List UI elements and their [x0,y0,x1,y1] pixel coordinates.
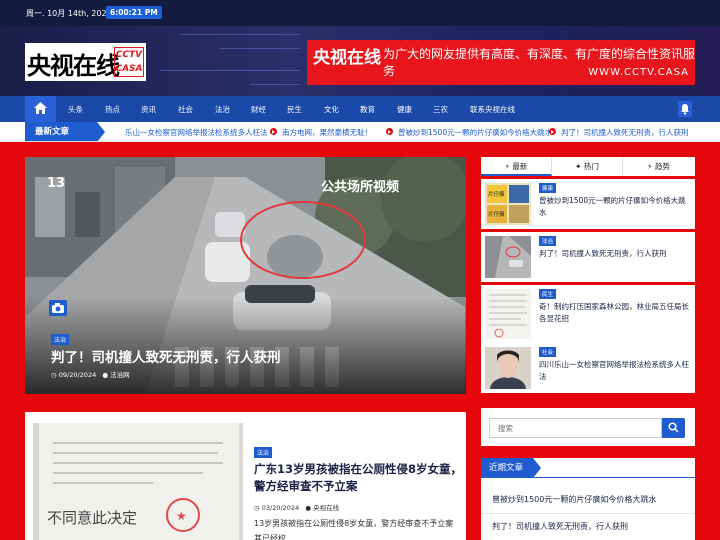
tab-latest[interactable]: ⚡ 最新 [481,157,552,176]
sidebar-post[interactable]: 片仔癀 片仔癀 健康 曾被炒到1500元一颗的片仔癀如今价格大跳水 [481,179,695,229]
post-excerpt: 13岁男孩被指在公厕性侵8岁女童，警方经审查不予立案其已经校… [254,519,454,540]
post-meta: ◷ 09/20/2024 ● 法治网 [51,369,130,379]
banner-brand: 央视在线 [313,48,381,68]
sidebar-post-title[interactable]: 判了！司机撞人致死无刑责，行人获刑 [539,248,691,260]
category-badge[interactable]: 社会 [539,347,557,357]
image-caption: 公共场所视频 [321,179,399,195]
home-icon [34,102,47,114]
post-author[interactable]: 央视在线 [313,504,339,512]
recent-post-link[interactable]: 判了！司机撞人致死无刑责，行人获刑 [492,521,628,532]
bolt-icon: ⚡ [647,162,653,171]
sidebar-post-thumbnail [485,236,531,278]
recent-posts-header: 近期文章 [481,458,695,478]
main-nav: 头条 热点 资讯 社会 法治 财经 民生 文化 教育 健康 三农 联系央视在线 [0,96,720,122]
svg-text:★: ★ [176,509,187,523]
nav-item-education[interactable]: 教育 [360,104,375,115]
nav-item-contact[interactable]: 联系央视在线 [470,104,515,115]
ticker-label: 最新文章 [25,122,105,141]
featured-post[interactable]: 公共场所视频 13 法治 判了！司机撞人致死无刑责，行人获刑 ◷ 09/20/2… [25,157,466,394]
play-icon [270,128,277,135]
post-card: 不同意此决定 ★ 法治 广东13岁男孩被指在公厕性侵8岁女童，警方经审查不予立案… [25,412,466,540]
site-logo[interactable]: 央视在线 CCTV CASA [25,43,146,81]
breaking-news-ticker: 最新文章 乐山一女检察官网络举报法检系统多人枉法 南方电网，果然豪横无耻！ 曾被… [0,122,720,142]
nav-item-finance[interactable]: 财经 [251,104,266,115]
post-author[interactable]: 法治网 [110,371,130,379]
tab-popular[interactable]: ✦ 热门 [552,157,623,176]
nav-item-news[interactable]: 资讯 [141,104,156,115]
current-date: 周一. 10月 14th, 2024 [26,9,112,18]
clock-icon: ◷ [51,371,57,379]
camera-icon [49,300,67,316]
sidebar-post[interactable]: 民生 奇！制约打压国家森林公园，林业局五任局长各显花招 [481,285,695,345]
sidebar-post-thumbnail: 片仔癀 片仔癀 [485,183,531,225]
ticker-item[interactable]: 判了！司机撞人致死无刑责，行人获刑 [561,127,689,138]
bolt-icon: ⚡ [504,162,510,171]
category-badge[interactable]: 法治 [51,334,70,345]
recent-posts-widget: 近期文章 曾被炒到1500元一颗的片仔癀如今价格大跳水 判了！司机撞人致死无刑责… [481,458,695,540]
category-badge[interactable]: 民生 [539,289,557,299]
post-meta: ◷ 03/20/2024 ● 央视在线 [254,502,339,512]
home-button[interactable] [25,96,56,122]
featured-title[interactable]: 判了！司机撞人致死无刑责，行人获刑 [51,346,281,366]
search-button[interactable] [662,418,685,438]
author-icon: ● [102,371,109,379]
ticker-item[interactable]: 南方电网，果然豪横无耻！ [282,127,372,138]
nav-item-headlines[interactable]: 头条 [68,104,83,115]
category-badge[interactable]: 法治 [254,447,273,458]
tab-trending[interactable]: ⚡ 趋势 [623,157,694,176]
search-widget [481,408,695,446]
nav-item-culture[interactable]: 文化 [324,104,339,115]
fire-icon: ✦ [575,162,582,171]
sidebar-post-title[interactable]: 四川乐山一女检察官网络举报法检系统多人枉法 [539,359,691,383]
nav-item-rural[interactable]: 三农 [433,104,448,115]
nav-item-society[interactable]: 社会 [178,104,193,115]
category-badge[interactable]: 法治 [539,236,557,246]
search-input[interactable] [489,418,662,438]
nav-item-health[interactable]: 健康 [397,104,412,115]
post-title[interactable]: 广东13岁男孩被指在公厕性侵8岁女童，警方经审查不予立案 [254,461,464,495]
nav-item-law[interactable]: 法治 [215,104,230,115]
recent-posts-label: 近期文章 [481,458,541,478]
top-bar: 周一. 10月 14th, 2024 6:00:21 PM [0,0,720,26]
tab-bar: ⚡ 最新 ✦ 热门 ⚡ 趋势 [481,157,695,176]
category-badge[interactable]: 健康 [539,183,557,193]
author-icon: ● [305,504,312,512]
thumb-label: 片仔癀 [488,190,505,198]
sidebar-post[interactable]: 社会 四川乐山一女检察官网络举报法检系统多人枉法 [481,343,695,393]
recent-post-link[interactable]: 曾被炒到1500元一颗的片仔癀如今价格大跳水 [492,494,656,505]
sidebar-tabs-widget: ⚡ 最新 ✦ 热门 ⚡ 趋势 片仔癀 片仔癀 健康 曾被炒到1500元一颗的片仔… [481,157,695,393]
post-image: 不同意此决定 ★ [33,423,243,540]
post-date: 09/20/2024 [58,371,97,379]
post-image-handwriting: 不同意此决定 [47,509,137,527]
sidebar-post-thumbnail [485,289,531,339]
sidebar-post[interactable]: 法治 判了！司机撞人致死无刑责，行人获刑 [481,232,695,282]
sidebar-post-thumbnail [485,347,531,389]
logo-text-en: CCTV CASA [114,47,144,77]
sidebar-post-title[interactable]: 曾被炒到1500元一颗的片仔癀如今价格大跳水 [539,195,691,219]
banner-url: WWW.CCTV.CASA [588,67,689,78]
nav-item-hot[interactable]: 热点 [105,104,120,115]
bell-icon[interactable] [678,101,692,117]
site-header: 央视在线 CCTV CASA 央视在线 为广大的网友提供有高度、有深度、有广度的… [0,26,720,96]
search-icon [668,422,679,433]
clock-icon: ◷ [254,504,260,512]
sidebar-post-title[interactable]: 奇！制约打压国家森林公园，林业局五任局长各显花招 [539,301,691,325]
current-time-badge: 6:00:21 PM [106,6,162,19]
play-icon [386,128,393,135]
post-thumbnail[interactable]: 不同意此决定 ★ [33,423,243,540]
post-date: 03/20/2024 [261,504,300,512]
play-icon [549,128,556,135]
ticker-item[interactable]: 乐山一女检察官网络举报法检系统多人枉法 [125,127,268,138]
logo-text-cn: 央视在线 [27,51,120,80]
image-channel-logo: 13 [47,176,65,191]
thumb-label: 片仔癀 [488,210,505,218]
header-banner-ad[interactable]: 央视在线 为广大的网友提供有高度、有深度、有广度的综合性资讯服务 WWW.CCT… [307,40,695,85]
nav-item-livelihood[interactable]: 民生 [287,104,302,115]
divider [481,513,695,514]
ticker-item[interactable]: 曾被炒到1500元一颗的片仔癀如今价格大跳水 [398,127,552,138]
